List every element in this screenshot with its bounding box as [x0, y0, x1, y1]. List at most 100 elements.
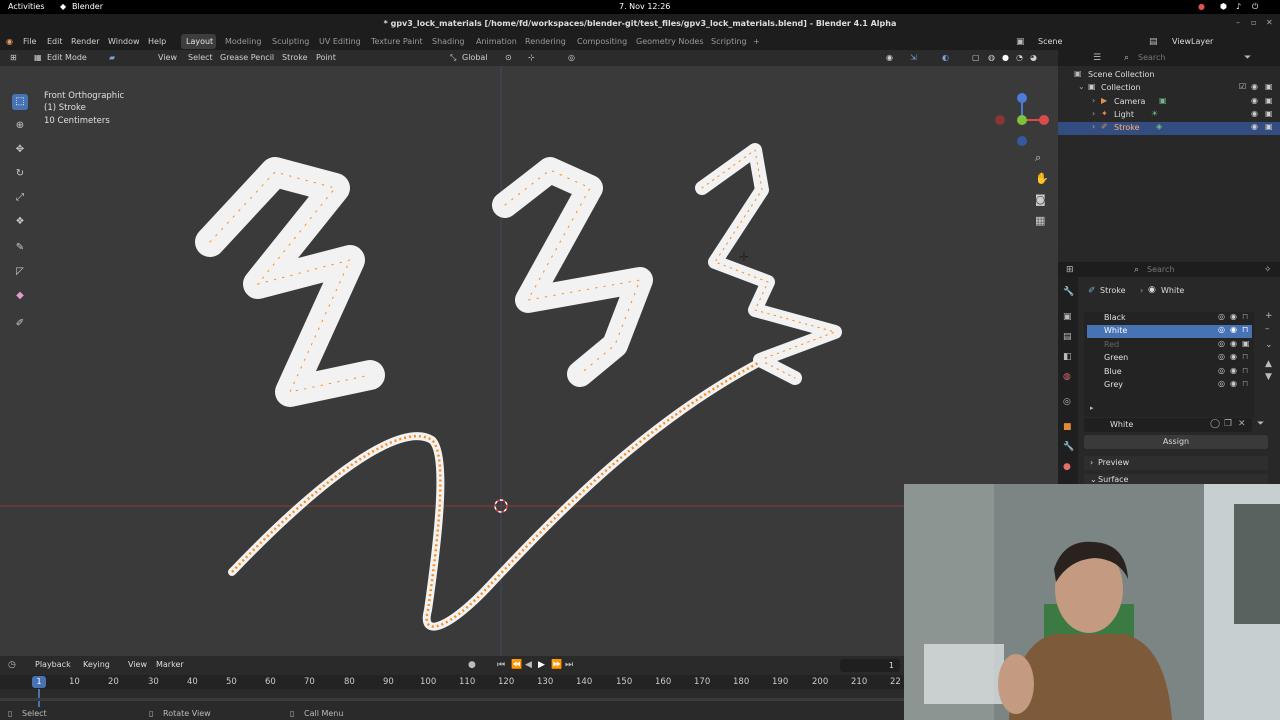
timeline-editor-icon[interactable]: ◷ — [8, 660, 16, 670]
filter-icon[interactable]: ⏷ — [1244, 53, 1251, 63]
annotate-tool-icon[interactable]: ✎ — [12, 240, 28, 256]
menu-point[interactable]: Point — [316, 53, 336, 62]
camera-data-icon[interactable]: ▣ — [1159, 96, 1167, 105]
onion-icon[interactable]: ◎ — [1218, 366, 1225, 375]
menu-edit[interactable]: Edit — [47, 37, 63, 46]
rotate-tool-icon[interactable]: ↻ — [12, 166, 28, 182]
material-slot-white[interactable]: White ◎ ◉ ⊓ — [1087, 325, 1252, 338]
properties-editor-icon[interactable]: ⊞ — [1066, 265, 1074, 275]
3d-viewport[interactable]: ✛ Front Orthographic (1) Stroke 10 Centi… — [0, 66, 1058, 656]
scale-tool-icon[interactable]: ⤢ — [12, 190, 28, 206]
pivot-icon[interactable]: ⊙ — [505, 53, 512, 62]
pin-icon[interactable]: ✧ — [1264, 265, 1272, 275]
rendered-shading-icon[interactable]: ◕ — [1030, 53, 1037, 62]
material-slot-blue[interactable]: Blue ◎ ◉ ⊓ — [1087, 366, 1252, 379]
move-down-icon[interactable]: ▼ — [1265, 372, 1272, 382]
tab-animation[interactable]: Animation — [476, 37, 517, 46]
playhead[interactable]: 1 — [32, 676, 46, 688]
scene-name[interactable]: Scene — [1038, 37, 1062, 46]
eye-icon[interactable]: ◉ — [1251, 122, 1258, 131]
unlock-icon[interactable]: ⊓ — [1242, 366, 1248, 375]
unlink-icon[interactable]: ✕ — [1238, 419, 1246, 429]
outliner-editor-icon[interactable]: ☰ — [1093, 53, 1101, 63]
proportional-edit-icon[interactable]: ◎ — [568, 53, 575, 62]
fake-user-icon[interactable]: ◯ — [1210, 419, 1220, 429]
modifier-tab-icon[interactable]: 🔧 — [1063, 442, 1074, 452]
eye-icon[interactable]: ◉ — [1230, 379, 1237, 388]
tab-modeling[interactable]: Modeling — [225, 37, 261, 46]
measure-tool-icon[interactable]: ◸ — [12, 264, 28, 280]
material-slot-black[interactable]: Black ◎ ◉ ⊓ — [1087, 312, 1252, 325]
draw-tool-icon[interactable]: ✐ — [12, 316, 28, 332]
material-slot-green[interactable]: Green ◎ ◉ ⊓ — [1087, 352, 1252, 365]
material-datablock[interactable]: White ◯ ❐ ✕ — [1084, 418, 1252, 432]
timeline-scrollbar[interactable] — [0, 698, 905, 701]
tab-texture-paint[interactable]: Texture Paint — [371, 37, 423, 46]
outliner-collection[interactable]: ⌄ ▣ Collection ☑ ◉ ▣ — [1058, 82, 1280, 95]
view-layer-icon[interactable]: ▤ — [1149, 37, 1158, 47]
maximize-icon[interactable]: ▫ — [1251, 18, 1256, 27]
wireframe-shading-icon[interactable]: ◍ — [988, 53, 995, 62]
tab-rendering[interactable]: Rendering — [525, 37, 566, 46]
editor-type-icon[interactable]: ⊞ — [10, 53, 17, 62]
output-tab-icon[interactable]: ▤ — [1063, 332, 1072, 342]
gizmo-icon[interactable]: ⇲ — [910, 53, 917, 62]
transform-orientation-dropdown[interactable]: Global — [462, 53, 488, 62]
tab-geometry-nodes[interactable]: Geometry Nodes — [636, 37, 703, 46]
cursor-tool-icon[interactable]: ⊕ — [12, 118, 28, 134]
select-box-tool-icon[interactable]: ⬚ — [12, 94, 28, 110]
menu-keying[interactable]: Keying — [83, 660, 110, 669]
minimize-icon[interactable]: – — [1236, 18, 1240, 27]
xray-icon[interactable]: ▢ — [972, 53, 980, 62]
outliner-item-camera[interactable]: › ▶ Camera ▣ ◉ ▣ — [1058, 96, 1280, 109]
unlock-icon[interactable]: ⊓ — [1242, 352, 1248, 361]
onion-icon[interactable]: ◎ — [1218, 352, 1225, 361]
record-icon[interactable]: ● — [1198, 2, 1205, 11]
view-layer-tab-icon[interactable]: ◧ — [1063, 352, 1072, 362]
jump-end-icon[interactable]: ⏭ — [565, 660, 573, 670]
camera-icon[interactable]: ▣ — [1265, 82, 1273, 91]
menu-window[interactable]: Window — [108, 37, 140, 46]
mode-dropdown[interactable]: Edit Mode — [47, 53, 87, 62]
unlock-icon[interactable]: ⊓ — [1242, 312, 1248, 321]
tab-uv-editing[interactable]: UV Editing — [319, 37, 361, 46]
tab-compositing[interactable]: Compositing — [577, 37, 627, 46]
expand-filter-icon[interactable]: ▸ — [1090, 404, 1094, 412]
view-layer-name[interactable]: ViewLayer — [1172, 37, 1213, 46]
unlock-icon[interactable]: ⊓ — [1242, 325, 1248, 334]
onion-icon[interactable]: ◎ — [1218, 379, 1225, 388]
menu-grease-pencil[interactable]: Grease Pencil — [220, 53, 274, 62]
frame-ruler[interactable] — [0, 675, 905, 689]
current-frame-field[interactable]: 1 — [840, 659, 900, 672]
camera-icon[interactable]: ▣ — [1265, 109, 1273, 118]
expand-icon[interactable]: › — [1092, 122, 1095, 131]
clock[interactable]: 7. Nov 12:26 — [619, 2, 670, 11]
material-shading-icon[interactable]: ◔ — [1016, 53, 1023, 62]
eye-icon[interactable]: ◉ — [1230, 325, 1237, 334]
onion-icon[interactable]: ◎ — [1218, 312, 1225, 321]
browse-filter-icon[interactable]: ⏷ — [1257, 419, 1264, 429]
eye-icon[interactable]: ◉ — [1251, 96, 1258, 105]
outliner-search-input[interactable]: Search — [1138, 53, 1165, 62]
menu-playback[interactable]: Playback — [35, 660, 71, 669]
record-icon[interactable]: ● — [468, 660, 476, 670]
lock-icon[interactable]: ▣ — [1242, 339, 1250, 348]
onion-icon[interactable]: ◎ — [1218, 325, 1225, 334]
app-name[interactable]: Blender — [72, 2, 103, 11]
eye-icon[interactable]: ◉ — [1251, 82, 1258, 91]
properties-search-input[interactable]: Search — [1147, 265, 1174, 274]
menu-help[interactable]: Help — [148, 37, 166, 46]
tab-scripting[interactable]: Scripting — [711, 37, 747, 46]
menu-marker[interactable]: Marker — [156, 660, 184, 669]
play-reverse-icon[interactable]: ◀ — [525, 660, 532, 670]
eraser-tool-icon[interactable]: ◆ — [12, 288, 28, 304]
tab-shading[interactable]: Shading — [432, 37, 465, 46]
power-icon[interactable]: ⏻ — [1252, 2, 1258, 12]
pan-hand-icon[interactable]: ✋ — [1035, 172, 1049, 185]
tab-sculpting[interactable]: Sculpting — [272, 37, 309, 46]
menu-file[interactable]: File — [23, 37, 36, 46]
add-slot-icon[interactable]: + — [1265, 311, 1273, 321]
scene-tab-icon[interactable]: ◍ — [1063, 372, 1071, 382]
eye-icon[interactable]: ◉ — [1251, 109, 1258, 118]
camera-view-icon[interactable]: ◙ — [1035, 193, 1046, 206]
